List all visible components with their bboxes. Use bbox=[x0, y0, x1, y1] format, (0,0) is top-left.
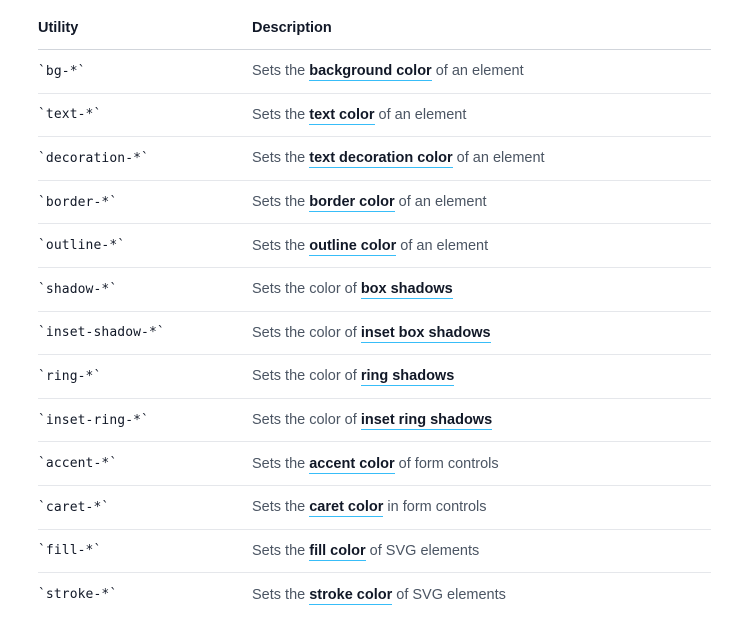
description-link[interactable]: inset box shadows bbox=[360, 324, 491, 343]
row-description: Sets the border color of an element bbox=[252, 194, 711, 213]
table-row: `text-*` Sets the text color of an eleme… bbox=[38, 94, 711, 138]
table-row: `caret-*` Sets the caret color in form c… bbox=[38, 486, 711, 530]
row-description: Sets the color of inset ring shadows bbox=[252, 412, 711, 431]
description-link[interactable]: text decoration color bbox=[309, 150, 453, 169]
table-row: `inset-ring-*` Sets the color of inset r… bbox=[38, 399, 711, 443]
table-header-row: Utility Description bbox=[38, 6, 711, 50]
description-link[interactable]: border color bbox=[309, 194, 395, 213]
description-text-before: Sets the color of bbox=[252, 412, 361, 429]
utility-class: `decoration-*` bbox=[38, 150, 149, 166]
description-text-after: of SVG elements bbox=[365, 542, 480, 559]
row-description: Sets the color of box shadows bbox=[252, 281, 711, 300]
header-description: Description bbox=[252, 19, 332, 36]
row-description: Sets the caret color in form controls bbox=[252, 499, 711, 518]
utility-class: `caret-*` bbox=[38, 499, 110, 515]
description-text-after: of an element bbox=[396, 237, 489, 254]
description-link[interactable]: accent color bbox=[309, 455, 395, 474]
description-link[interactable]: box shadows bbox=[360, 281, 453, 300]
row-description: Sets the fill color of SVG elements bbox=[252, 542, 711, 561]
utility-class: `shadow-*` bbox=[38, 281, 118, 297]
table-row: `outline-*` Sets the outline color of an… bbox=[38, 224, 711, 268]
row-description: Sets the stroke color of SVG elements bbox=[252, 586, 711, 605]
description-link[interactable]: fill color bbox=[309, 542, 366, 561]
description-link[interactable]: caret color bbox=[309, 499, 384, 518]
row-description: Sets the background color of an element bbox=[252, 63, 711, 82]
description-text-before: Sets the bbox=[252, 194, 310, 211]
description-link[interactable]: inset ring shadows bbox=[360, 412, 493, 431]
utility-class: `accent-*` bbox=[38, 456, 118, 472]
description-text-after: in form controls bbox=[383, 499, 487, 516]
row-description: Sets the color of ring shadows bbox=[252, 368, 711, 387]
description-text-before: Sets the bbox=[252, 499, 310, 516]
table-row: `stroke-*` Sets the stroke color of SVG … bbox=[38, 573, 711, 617]
description-text-before: Sets the bbox=[252, 542, 310, 559]
utility-table: Utility Description `bg-*` Sets the back… bbox=[38, 6, 711, 617]
description-text-before: Sets the bbox=[252, 455, 310, 472]
table-row: `shadow-*` Sets the color of box shadows bbox=[38, 268, 711, 312]
description-text-after: of an element bbox=[394, 194, 487, 211]
row-description: Sets the text decoration color of an ele… bbox=[252, 150, 711, 169]
utility-class: `stroke-*` bbox=[38, 587, 118, 603]
description-text-before: Sets the color of bbox=[252, 281, 361, 298]
description-text-before: Sets the bbox=[252, 150, 310, 167]
description-text-after: of an element bbox=[374, 106, 467, 123]
description-text-before: Sets the bbox=[252, 106, 310, 123]
description-text-after: of an element bbox=[452, 150, 545, 167]
description-link[interactable]: background color bbox=[309, 63, 432, 82]
row-description: Sets the text color of an element bbox=[252, 106, 711, 125]
utility-class: `fill-*` bbox=[38, 543, 102, 559]
table-row: `bg-*` Sets the background color of an e… bbox=[38, 50, 711, 94]
description-text-before: Sets the color of bbox=[252, 368, 361, 385]
table-row: `inset-shadow-*` Sets the color of inset… bbox=[38, 312, 711, 356]
utility-class: `border-*` bbox=[38, 194, 118, 210]
description-text-before: Sets the bbox=[252, 586, 310, 603]
utility-class: `outline-*` bbox=[38, 238, 126, 254]
description-text-after: of form controls bbox=[394, 455, 499, 472]
description-link[interactable]: ring shadows bbox=[360, 368, 455, 387]
utility-class: `bg-*` bbox=[38, 63, 86, 79]
description-text-before: Sets the bbox=[252, 237, 310, 254]
row-description: Sets the accent color of form controls bbox=[252, 455, 711, 474]
utility-class: `inset-ring-*` bbox=[38, 412, 149, 428]
description-text-after: of SVG elements bbox=[392, 586, 506, 603]
table-row: `border-*` Sets the border color of an e… bbox=[38, 181, 711, 225]
table-row: `decoration-*` Sets the text decoration … bbox=[38, 137, 711, 181]
table-row: `accent-*` Sets the accent color of form… bbox=[38, 442, 711, 486]
table-row: `ring-*` Sets the color of ring shadows bbox=[38, 355, 711, 399]
utility-class: `text-*` bbox=[38, 107, 102, 123]
utility-class: `ring-*` bbox=[38, 368, 102, 384]
description-text-before: Sets the bbox=[252, 63, 310, 80]
table-row: `fill-*` Sets the fill color of SVG elem… bbox=[38, 530, 711, 574]
row-description: Sets the color of inset box shadows bbox=[252, 324, 711, 343]
header-utility: Utility bbox=[38, 19, 79, 36]
description-text-before: Sets the color of bbox=[252, 324, 361, 341]
utility-class: `inset-shadow-*` bbox=[38, 325, 165, 341]
description-link[interactable]: stroke color bbox=[309, 586, 393, 605]
row-description: Sets the outline color of an element bbox=[252, 237, 711, 256]
description-text-after: of an element bbox=[431, 63, 524, 80]
description-link[interactable]: text color bbox=[309, 106, 375, 125]
description-link[interactable]: outline color bbox=[309, 237, 397, 256]
